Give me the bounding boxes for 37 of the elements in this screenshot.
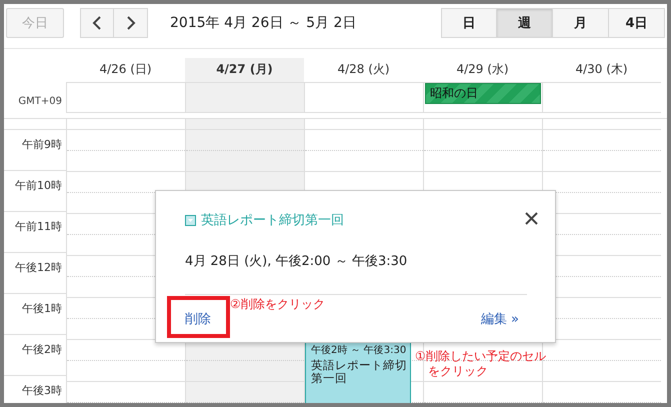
all-day-cell[interactable] (185, 83, 304, 113)
event-title: 英語レポート締切第一回 (311, 359, 408, 385)
close-icon[interactable] (525, 212, 538, 225)
all-day-cell[interactable]: 昭和の日 (423, 83, 542, 113)
chevron-left-icon (92, 16, 102, 30)
hour-label: 午後3時 (22, 384, 62, 397)
hour-label: 午後1時 (22, 302, 62, 315)
next-button[interactable] (114, 8, 148, 38)
view-tab[interactable]: 週 (497, 8, 553, 38)
event-block[interactable]: 午後2時 ～ 午後3:30 英語レポート締切第一回 (305, 340, 411, 403)
previous-button[interactable] (80, 8, 114, 38)
event-time: 午後2時 ～ 午後3:30 (311, 344, 405, 357)
delete-link[interactable]: 削除 (185, 310, 211, 328)
edit-link[interactable]: 編集 » (480, 310, 519, 328)
highlight-frame (167, 296, 230, 338)
hour-label: 午後2時 (22, 343, 62, 356)
day-header[interactable]: 4/28 (火) (304, 58, 423, 83)
view-tab[interactable]: 月 (553, 8, 609, 38)
chevron-right-icon (126, 16, 136, 30)
day-header[interactable]: 4/30 (木) (542, 58, 661, 83)
hour-label: 午後12時 (15, 261, 62, 274)
day-header[interactable]: 4/27 (月) (185, 58, 304, 83)
hour-label: 午前10時 (15, 179, 62, 192)
annotation-note: ①削除したい予定のセル をクリック (415, 349, 546, 379)
event-title: 英語レポート締切第一回 (201, 212, 344, 229)
annotation-note: ②削除をクリック (230, 297, 325, 312)
date-range: 2015年 4月 26日 ～ 5月 2日 (170, 14, 356, 32)
all-day-cell[interactable] (304, 83, 423, 113)
hour-label: 午前9時 (22, 138, 62, 151)
all-day-event[interactable]: 昭和の日 (425, 83, 541, 104)
hour-label: 午前11時 (15, 220, 62, 233)
view-tab[interactable]: 日 (441, 8, 497, 38)
timezone-label: GMT+09 (18, 96, 62, 107)
event-datetime: 4月 28日 (火), 午後2:00 ～ 午後3:30 (185, 253, 408, 270)
calendar-color-icon (185, 214, 196, 226)
view-tab[interactable]: 4日 (609, 8, 665, 38)
all-day-cell[interactable] (542, 83, 661, 113)
